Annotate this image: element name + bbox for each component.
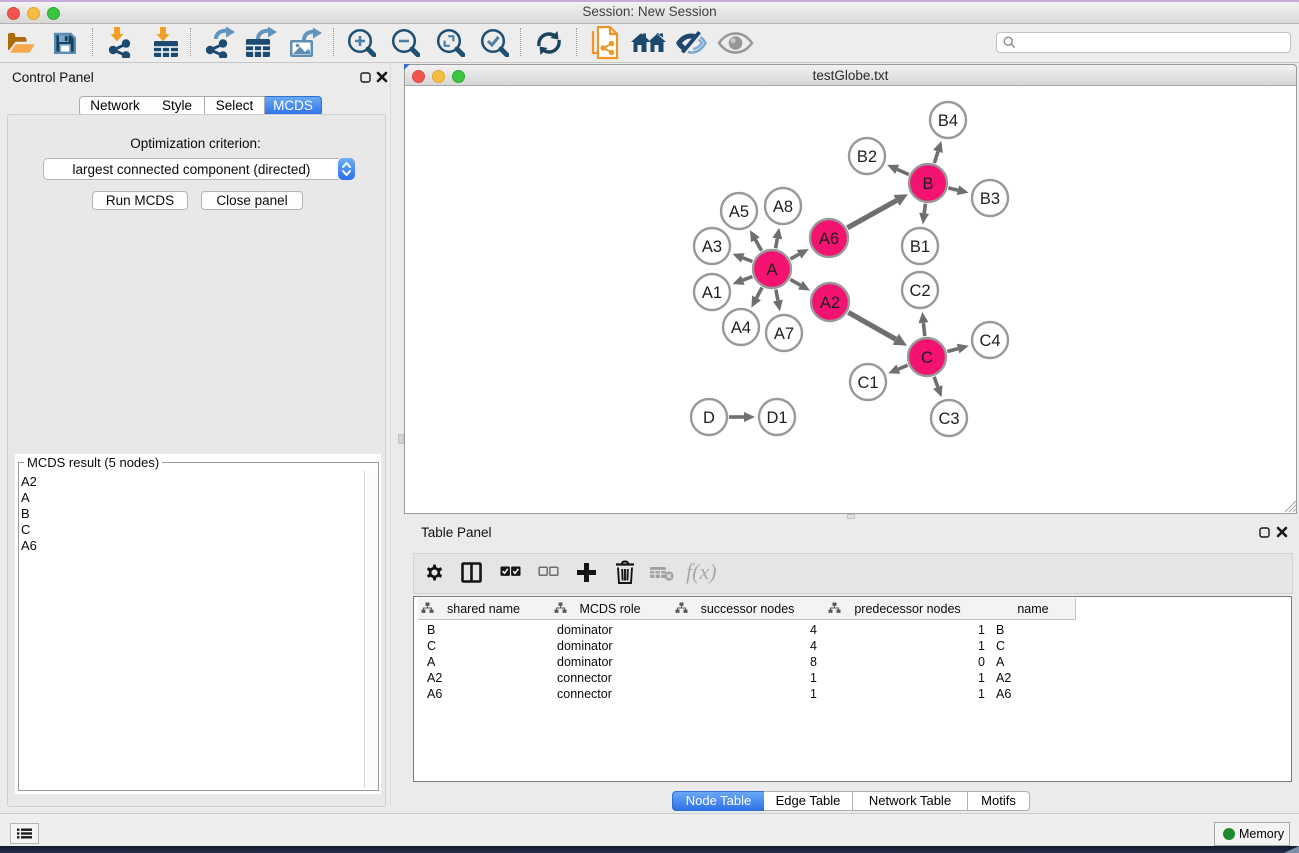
svg-text:C4: C4 (979, 332, 1000, 350)
svg-text:A1: A1 (702, 284, 722, 302)
svg-text:C2: C2 (909, 282, 930, 300)
svg-text:A4: A4 (731, 319, 751, 337)
svg-text:C: C (921, 349, 933, 367)
svg-text:B: B (922, 175, 933, 193)
svg-text:A8: A8 (773, 198, 793, 216)
svg-text:A2: A2 (820, 294, 840, 312)
svg-text:A6: A6 (819, 230, 839, 248)
svg-text:C3: C3 (938, 410, 959, 428)
svg-text:B3: B3 (980, 190, 1000, 208)
svg-text:A5: A5 (729, 203, 749, 221)
svg-text:D1: D1 (766, 409, 787, 427)
svg-text:B2: B2 (857, 148, 877, 166)
svg-text:A7: A7 (774, 325, 794, 343)
svg-text:B1: B1 (910, 238, 930, 256)
svg-text:B4: B4 (938, 112, 958, 130)
svg-text:D: D (703, 409, 715, 427)
svg-text:A3: A3 (702, 238, 722, 256)
svg-text:C1: C1 (857, 374, 878, 392)
svg-text:A: A (766, 261, 777, 279)
